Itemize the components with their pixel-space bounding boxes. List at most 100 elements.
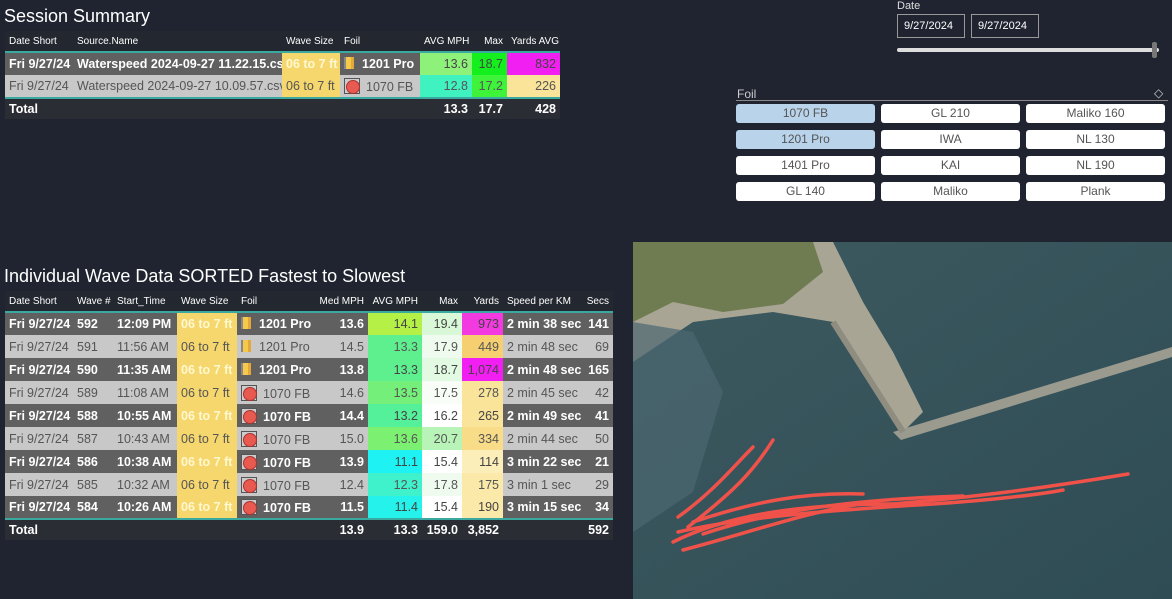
- date-range-slider[interactable]: [897, 48, 1159, 52]
- table-row[interactable]: Fri 9/27/24 586 10:38 AM 06 to 7 ft 1070 FB 1…: [5, 450, 613, 473]
- max-cell: 18.7: [422, 358, 462, 381]
- column-header[interactable]: Yards: [462, 291, 503, 312]
- foil-option-maliko[interactable]: Maliko: [881, 182, 1020, 201]
- avg-mph-cell: 13.3: [368, 358, 422, 381]
- yards-cell: 1,074: [462, 358, 503, 381]
- column-header[interactable]: Foil: [237, 291, 313, 312]
- foil-option-iwa[interactable]: IWA: [881, 130, 1020, 149]
- column-header[interactable]: Yards AVG: [507, 31, 560, 52]
- foil-name: 1201 Pro: [259, 317, 312, 331]
- total-yards: 428: [507, 97, 560, 119]
- max-cell: 16.2: [422, 404, 462, 427]
- column-header[interactable]: Wave Size: [177, 291, 237, 312]
- date-slider-handle[interactable]: [1152, 42, 1157, 58]
- column-header[interactable]: Foil: [340, 31, 420, 52]
- table-row[interactable]: Fri 9/27/24 584 10:26 AM 06 to 7 ft 1070 FB 1…: [5, 496, 613, 519]
- table-row[interactable]: Fri 9/27/24 590 11:35 AM 06 to 7 ft 1201 Pro…: [5, 358, 613, 381]
- med-mph-cell: 14.6: [313, 381, 368, 404]
- column-header[interactable]: Source.Name: [73, 31, 282, 52]
- foil-cell: 1070 FB: [237, 496, 313, 519]
- column-header[interactable]: Speed per KM: [503, 291, 581, 312]
- gps-track-map[interactable]: [633, 242, 1172, 599]
- start-time-cell: 11:35 AM: [113, 358, 177, 381]
- table-row[interactable]: Fri 9/27/24 Waterspeed 2024-09-27 10.09.5…: [5, 75, 560, 98]
- foil-name: 1070 FB: [263, 478, 311, 493]
- wave-number-cell: 587: [73, 427, 113, 450]
- start-time-cell: 11:56 AM: [113, 335, 177, 358]
- column-header[interactable]: Wave Size: [282, 31, 340, 52]
- speed-per-km-cell: 3 min 1 sec: [503, 473, 581, 496]
- start-time-cell: 12:09 PM: [113, 311, 177, 335]
- secs-cell: 42: [581, 381, 613, 404]
- column-header[interactable]: Secs: [581, 291, 613, 312]
- foil-cell: 1201 Pro: [237, 335, 313, 358]
- max-cell: 17.2: [472, 75, 507, 98]
- column-header[interactable]: Max: [422, 291, 462, 312]
- med-mph-cell: 14.4: [313, 404, 368, 427]
- med-mph-cell: 13.6: [313, 311, 368, 335]
- column-header[interactable]: Med MPH: [313, 291, 368, 312]
- foil-option-1401-pro[interactable]: 1401 Pro: [736, 156, 875, 175]
- table-row[interactable]: Fri 9/27/24 587 10:43 AM 06 to 7 ft 1070 FB 1…: [5, 427, 613, 450]
- med-mph-cell: 14.5: [313, 335, 368, 358]
- table-row[interactable]: Fri 9/27/24 591 11:56 AM 06 to 7 ft 1201 Pro…: [5, 335, 613, 358]
- max-cell: 15.4: [422, 496, 462, 519]
- source-cell: Waterspeed 2024-09-27 11.22.15.csv: [73, 51, 282, 75]
- column-header[interactable]: Date Short: [5, 31, 73, 52]
- foil-option-nl-190[interactable]: NL 190: [1026, 156, 1165, 175]
- column-header[interactable]: Start_Time: [113, 291, 177, 312]
- max-cell: 19.4: [422, 311, 462, 335]
- column-header[interactable]: AVG MPH: [420, 31, 472, 52]
- med-mph-cell: 11.5: [313, 496, 368, 519]
- foil-cell: 1070 FB: [237, 473, 313, 496]
- speed-per-km-cell: 2 min 49 sec: [503, 404, 581, 427]
- yards-cell: 265: [462, 404, 503, 427]
- clear-selection-eraser-icon[interactable]: ◇: [1154, 86, 1163, 100]
- total-avg: 13.3: [368, 518, 422, 540]
- foil-option-nl-130[interactable]: NL 130: [1026, 130, 1165, 149]
- table-row[interactable]: Fri 9/27/24 592 12:09 PM 06 to 7 ft 1201 Pro…: [5, 311, 613, 335]
- wave-size-cell: 06 to 7 ft: [177, 473, 237, 496]
- yards-cell: 190: [462, 496, 503, 519]
- yards-cell: 175: [462, 473, 503, 496]
- foil-option-gl-210[interactable]: GL 210: [881, 104, 1020, 123]
- start-time-cell: 10:32 AM: [113, 473, 177, 496]
- date-cell: Fri 9/27/24: [5, 496, 73, 519]
- foil-option-plank[interactable]: Plank: [1026, 182, 1165, 201]
- foil-option-kai[interactable]: KAI: [881, 156, 1020, 175]
- total-label: Total: [5, 518, 73, 540]
- secs-cell: 41: [581, 404, 613, 427]
- foil-name: 1070 FB: [263, 409, 311, 424]
- column-header[interactable]: AVG MPH: [368, 291, 422, 312]
- foil-option-1201-pro[interactable]: 1201 Pro: [736, 130, 875, 149]
- max-cell: 17.8: [422, 473, 462, 496]
- avg-mph-cell: 12.8: [420, 75, 472, 98]
- date-cell: Fri 9/27/24: [5, 75, 73, 98]
- red-circle-icon: [241, 407, 257, 424]
- speed-per-km-cell: 2 min 48 sec: [503, 335, 581, 358]
- foil-option-maliko-160[interactable]: Maliko 160: [1026, 104, 1165, 123]
- column-header[interactable]: Wave #: [73, 291, 113, 312]
- foil-cell: 1201 Pro: [237, 358, 313, 381]
- table-row[interactable]: Fri 9/27/24 588 10:55 AM 06 to 7 ft 1070 FB 1…: [5, 404, 613, 427]
- yards-cell: 114: [462, 450, 503, 473]
- column-header[interactable]: Max: [472, 31, 507, 52]
- foil-cell: 1070 FB: [237, 404, 313, 427]
- wave-size-cell: 06 to 7 ft: [177, 358, 237, 381]
- wave-size-cell: 06 to 7 ft: [177, 311, 237, 335]
- foil-filter-label: Foil: [737, 87, 757, 101]
- date-end-input[interactable]: 9/27/2024: [971, 14, 1039, 38]
- foil-option-gl-140[interactable]: GL 140: [736, 182, 875, 201]
- foil-cell: 1201 Pro: [340, 51, 420, 75]
- foil-option-1070-fb[interactable]: 1070 FB: [736, 104, 875, 123]
- table-row[interactable]: Fri 9/27/24 585 10:32 AM 06 to 7 ft 1070 FB 1…: [5, 473, 613, 496]
- date-start-input[interactable]: 9/27/2024: [897, 14, 965, 38]
- wave-size-cell: 06 to 7 ft: [282, 51, 340, 75]
- date-filter-label: Date: [897, 0, 921, 12]
- foil-cell: 1201 Pro: [237, 311, 313, 335]
- column-header[interactable]: Date Short: [5, 291, 73, 312]
- table-row[interactable]: Fri 9/27/24 589 11:08 AM 06 to 7 ft 1070 FB 1…: [5, 381, 613, 404]
- table-row[interactable]: Fri 9/27/24 Waterspeed 2024-09-27 11.22.1…: [5, 51, 560, 75]
- med-mph-cell: 12.4: [313, 473, 368, 496]
- yards-cell: 226: [507, 75, 560, 98]
